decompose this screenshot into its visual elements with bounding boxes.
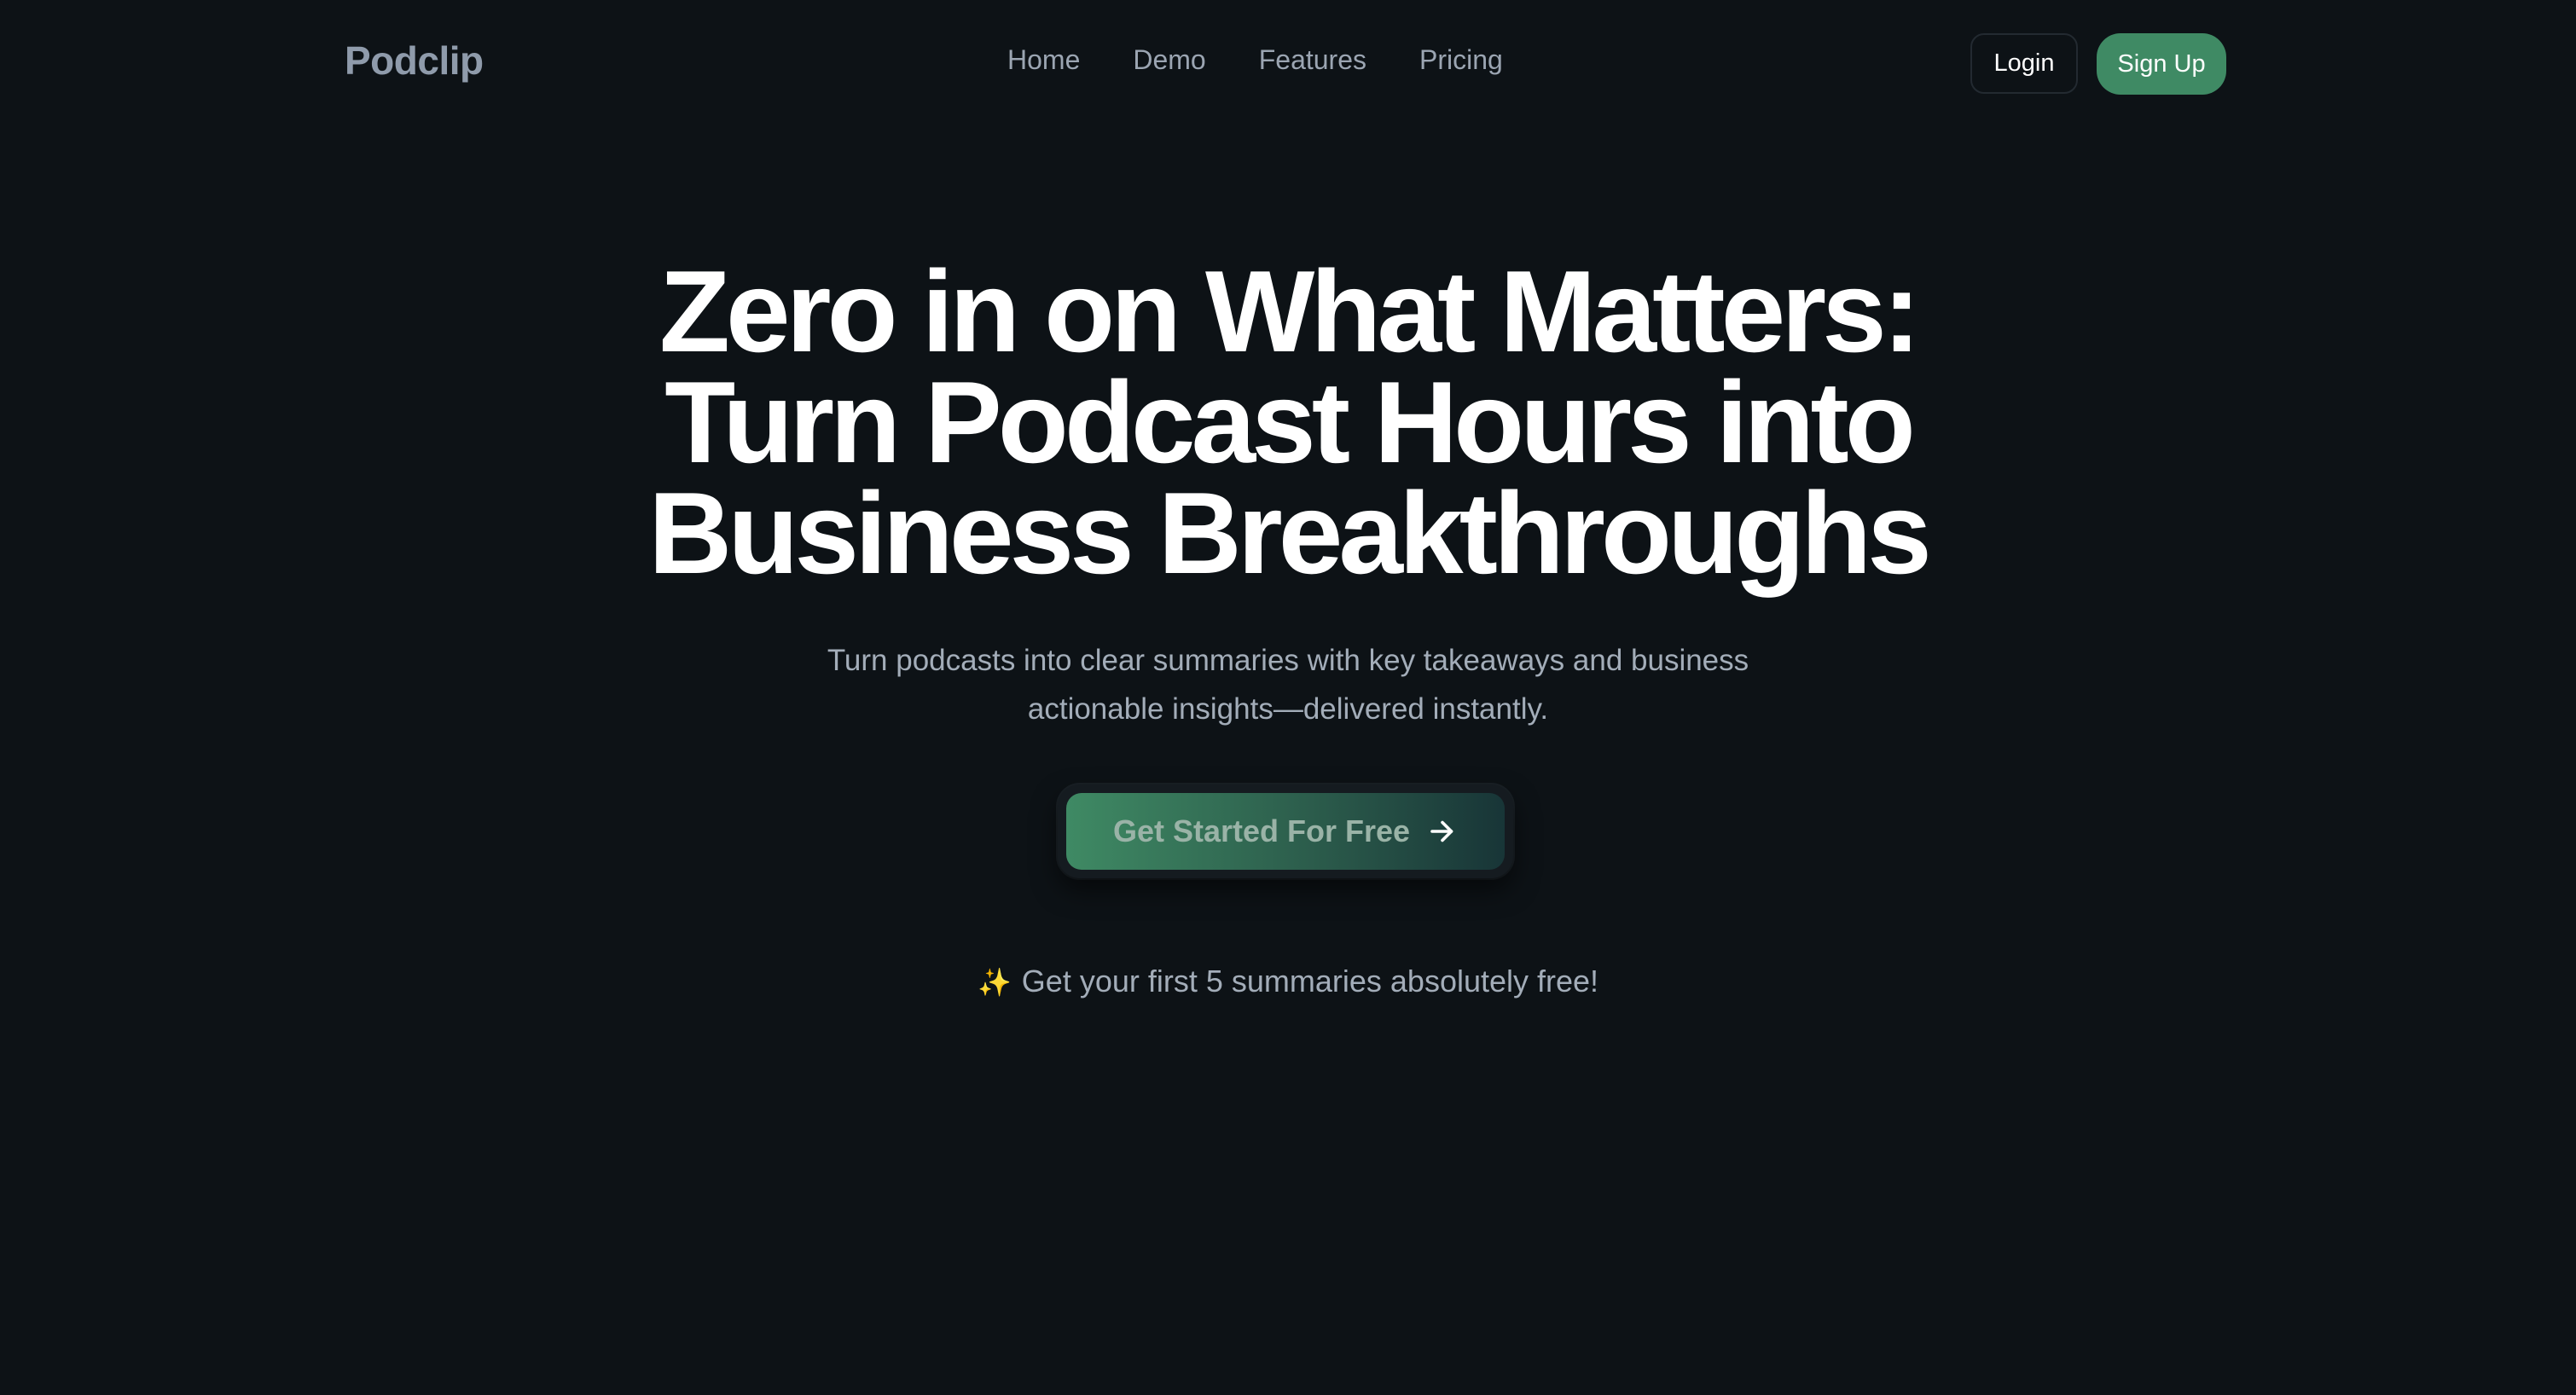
nav-link-pricing[interactable]: Pricing — [1419, 44, 1503, 76]
free-trial-text: Get your first 5 summaries absolutely fr… — [1021, 964, 1599, 998]
top-navigation: Podclip Home Demo Features Pricing Login… — [0, 0, 2576, 130]
brand-logo[interactable]: Podclip — [345, 38, 484, 84]
hero-title-line: Zero in on What Matters: — [659, 246, 1921, 376]
nav-link-features[interactable]: Features — [1259, 44, 1366, 76]
signup-button[interactable]: Sign Up — [2097, 33, 2226, 95]
login-button[interactable]: Login — [1970, 33, 2078, 94]
nav-link-home[interactable]: Home — [1007, 44, 1080, 76]
get-started-label: Get Started For Free — [1112, 813, 1411, 848]
nav-link-demo[interactable]: Demo — [1133, 44, 1205, 76]
hero-subtitle-line: actionable insights—delivered instantly. — [1027, 692, 1549, 726]
arrow-right-icon — [1430, 820, 1453, 842]
nav-links: Home Demo Features Pricing — [1007, 44, 1503, 76]
sparkles-icon: ✨ — [977, 967, 1012, 998]
hero-title-line: Business Breakthroughs — [648, 468, 1932, 598]
hero-title: Zero in on What Matters: Turn Podcast Ho… — [435, 246, 2141, 598]
cta-button-frame: Get Started For Free — [1058, 784, 1513, 878]
get-started-button[interactable]: Get Started For Free — [1066, 793, 1505, 870]
hero-subtitle: Turn podcasts into clear summaries with … — [648, 636, 1928, 733]
hero-title-line: Turn Podcast Hours into — [664, 357, 1916, 487]
hero-subtitle-line: Turn podcasts into clear summaries with … — [827, 644, 1749, 677]
free-trial-note: ✨ Get your first 5 summaries absolutely f… — [862, 964, 1714, 999]
